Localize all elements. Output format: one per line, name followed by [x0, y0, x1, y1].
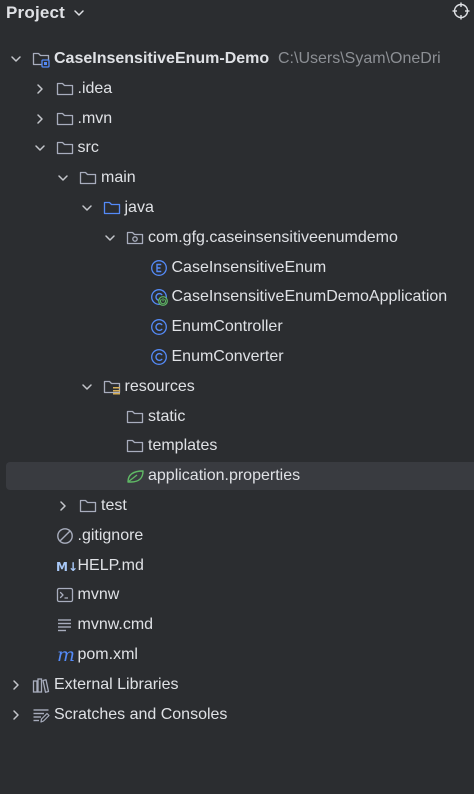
- chevron-down-icon[interactable]: [73, 7, 85, 19]
- chevron-down-icon[interactable]: [10, 53, 22, 65]
- chevron-down-icon[interactable]: [34, 142, 46, 154]
- project-view-title[interactable]: Project: [6, 3, 65, 23]
- shell-script-icon: [56, 586, 74, 604]
- folder-icon: [56, 110, 74, 128]
- chevron-right-icon[interactable]: [57, 500, 69, 512]
- tree-item-label: CaseInsensitiveEnumDemoApplication: [171, 288, 448, 306]
- tree-item-label: .mvn: [77, 109, 113, 127]
- tree-item-label: java: [124, 198, 154, 216]
- gitignore-icon: [56, 527, 74, 545]
- tree-item-label: CaseInsensitiveEnum: [171, 258, 327, 276]
- tree-row-controller[interactable]: EnumController: [0, 312, 474, 342]
- project-tree: CaseInsensitiveEnum-Demo C:\Users\Syam\On…: [0, 44, 474, 729]
- chevron-right-icon[interactable]: [10, 679, 22, 691]
- chevron-down-icon[interactable]: [104, 232, 116, 244]
- tree-row-pom[interactable]: m pom.xml: [0, 640, 474, 670]
- class-icon: [150, 348, 168, 366]
- tree-item-label: resources: [124, 377, 195, 395]
- tree-row-converter[interactable]: EnumConverter: [0, 342, 474, 372]
- tree-row-test[interactable]: test: [0, 491, 474, 521]
- resources-folder-icon: [103, 378, 121, 396]
- tree-item-label: application.properties: [148, 467, 301, 485]
- tree-row-java[interactable]: java: [0, 193, 474, 223]
- folder-icon: [126, 437, 144, 455]
- tree-row-scratches[interactable]: Scratches and Consoles: [0, 700, 474, 730]
- spring-properties-icon: [126, 467, 144, 485]
- tree-item-label: src: [77, 139, 99, 157]
- spring-boot-class-icon: [150, 288, 168, 307]
- tree-item-label: com.gfg.caseinsensitiveenumdemo: [148, 228, 398, 246]
- tree-row-app[interactable]: CaseInsensitiveEnumDemoApplication: [0, 282, 474, 312]
- tree-item-label: External Libraries: [54, 675, 179, 693]
- tree-row-appprops[interactable]: application.properties: [0, 461, 474, 491]
- project-tool-window: Project CaseInsensitiveEnum-Demo C:\Users…: [0, 0, 474, 794]
- tree-row-extlib[interactable]: External Libraries: [0, 670, 474, 700]
- svg-text:M↓: M↓: [56, 560, 78, 574]
- tree-item-label: .idea: [77, 79, 113, 97]
- tree-item-label: test: [101, 496, 127, 514]
- folder-icon: [56, 80, 74, 98]
- chevron-right-icon[interactable]: [34, 113, 46, 125]
- tree-item-label: EnumConverter: [171, 347, 284, 365]
- chevron-down-icon[interactable]: [81, 381, 93, 393]
- module-folder-icon: [32, 50, 50, 68]
- tree-item-label: mvnw: [77, 586, 120, 604]
- tree-row-main[interactable]: main: [0, 163, 474, 193]
- tree-item-label: mvnw.cmd: [77, 616, 154, 634]
- tree-row-resources[interactable]: resources: [0, 372, 474, 402]
- tree-item-label: pom.xml: [77, 645, 138, 663]
- tree-row-templates[interactable]: templates: [0, 431, 474, 461]
- chevron-down-icon[interactable]: [57, 172, 69, 184]
- folder-icon: [126, 408, 144, 426]
- tree-row-gitignore[interactable]: .gitignore: [0, 521, 474, 551]
- package-icon: [126, 229, 144, 247]
- locate-file-icon[interactable]: [452, 2, 470, 20]
- tree-row-mvn[interactable]: .mvn: [0, 104, 474, 134]
- class-icon: [150, 318, 168, 336]
- tree-item-label: Scratches and Consoles: [54, 705, 228, 723]
- maven-icon: m: [56, 646, 75, 664]
- tree-row-root[interactable]: CaseInsensitiveEnum-Demo C:\Users\Syam\On…: [0, 44, 474, 74]
- library-icon: [32, 676, 50, 694]
- project-header: Project: [0, 0, 474, 28]
- tree-item-label: CaseInsensitiveEnum-Demo: [54, 50, 270, 67]
- folder-icon: [56, 139, 74, 157]
- tree-item-label: main: [101, 169, 136, 187]
- tree-row-help[interactable]: M↓ HELP.md: [0, 551, 474, 581]
- tree-item-label: .gitignore: [77, 526, 144, 544]
- tree-item-label: static: [148, 407, 186, 425]
- enum-icon: [150, 259, 168, 277]
- tree-item-label: HELP.md: [77, 556, 144, 574]
- chevron-right-icon[interactable]: [10, 709, 22, 721]
- tree-row-enum[interactable]: CaseInsensitiveEnum: [0, 253, 474, 283]
- text-file-icon: [56, 616, 74, 634]
- svg-text:m: m: [57, 646, 75, 664]
- chevron-right-icon[interactable]: [34, 83, 46, 95]
- scratches-icon: [32, 706, 50, 724]
- folder-icon: [79, 497, 97, 515]
- tree-row-src[interactable]: src: [0, 133, 474, 163]
- folder-icon: [79, 169, 97, 187]
- tree-row-mvnwcmd[interactable]: mvnw.cmd: [0, 610, 474, 640]
- tree-item-label: EnumController: [171, 318, 283, 336]
- tree-row-pkg[interactable]: com.gfg.caseinsensitiveenumdemo: [0, 223, 474, 253]
- chevron-down-icon[interactable]: [81, 202, 93, 214]
- markdown-icon: M↓: [56, 557, 78, 575]
- tree-row-static[interactable]: static: [0, 402, 474, 432]
- source-folder-icon: [103, 199, 121, 217]
- tree-row-mvnw[interactable]: mvnw: [0, 580, 474, 610]
- tree-row-idea[interactable]: .idea: [0, 74, 474, 104]
- tree-item-label: templates: [148, 437, 218, 455]
- project-path: C:\Users\Syam\OneDri: [278, 50, 441, 67]
